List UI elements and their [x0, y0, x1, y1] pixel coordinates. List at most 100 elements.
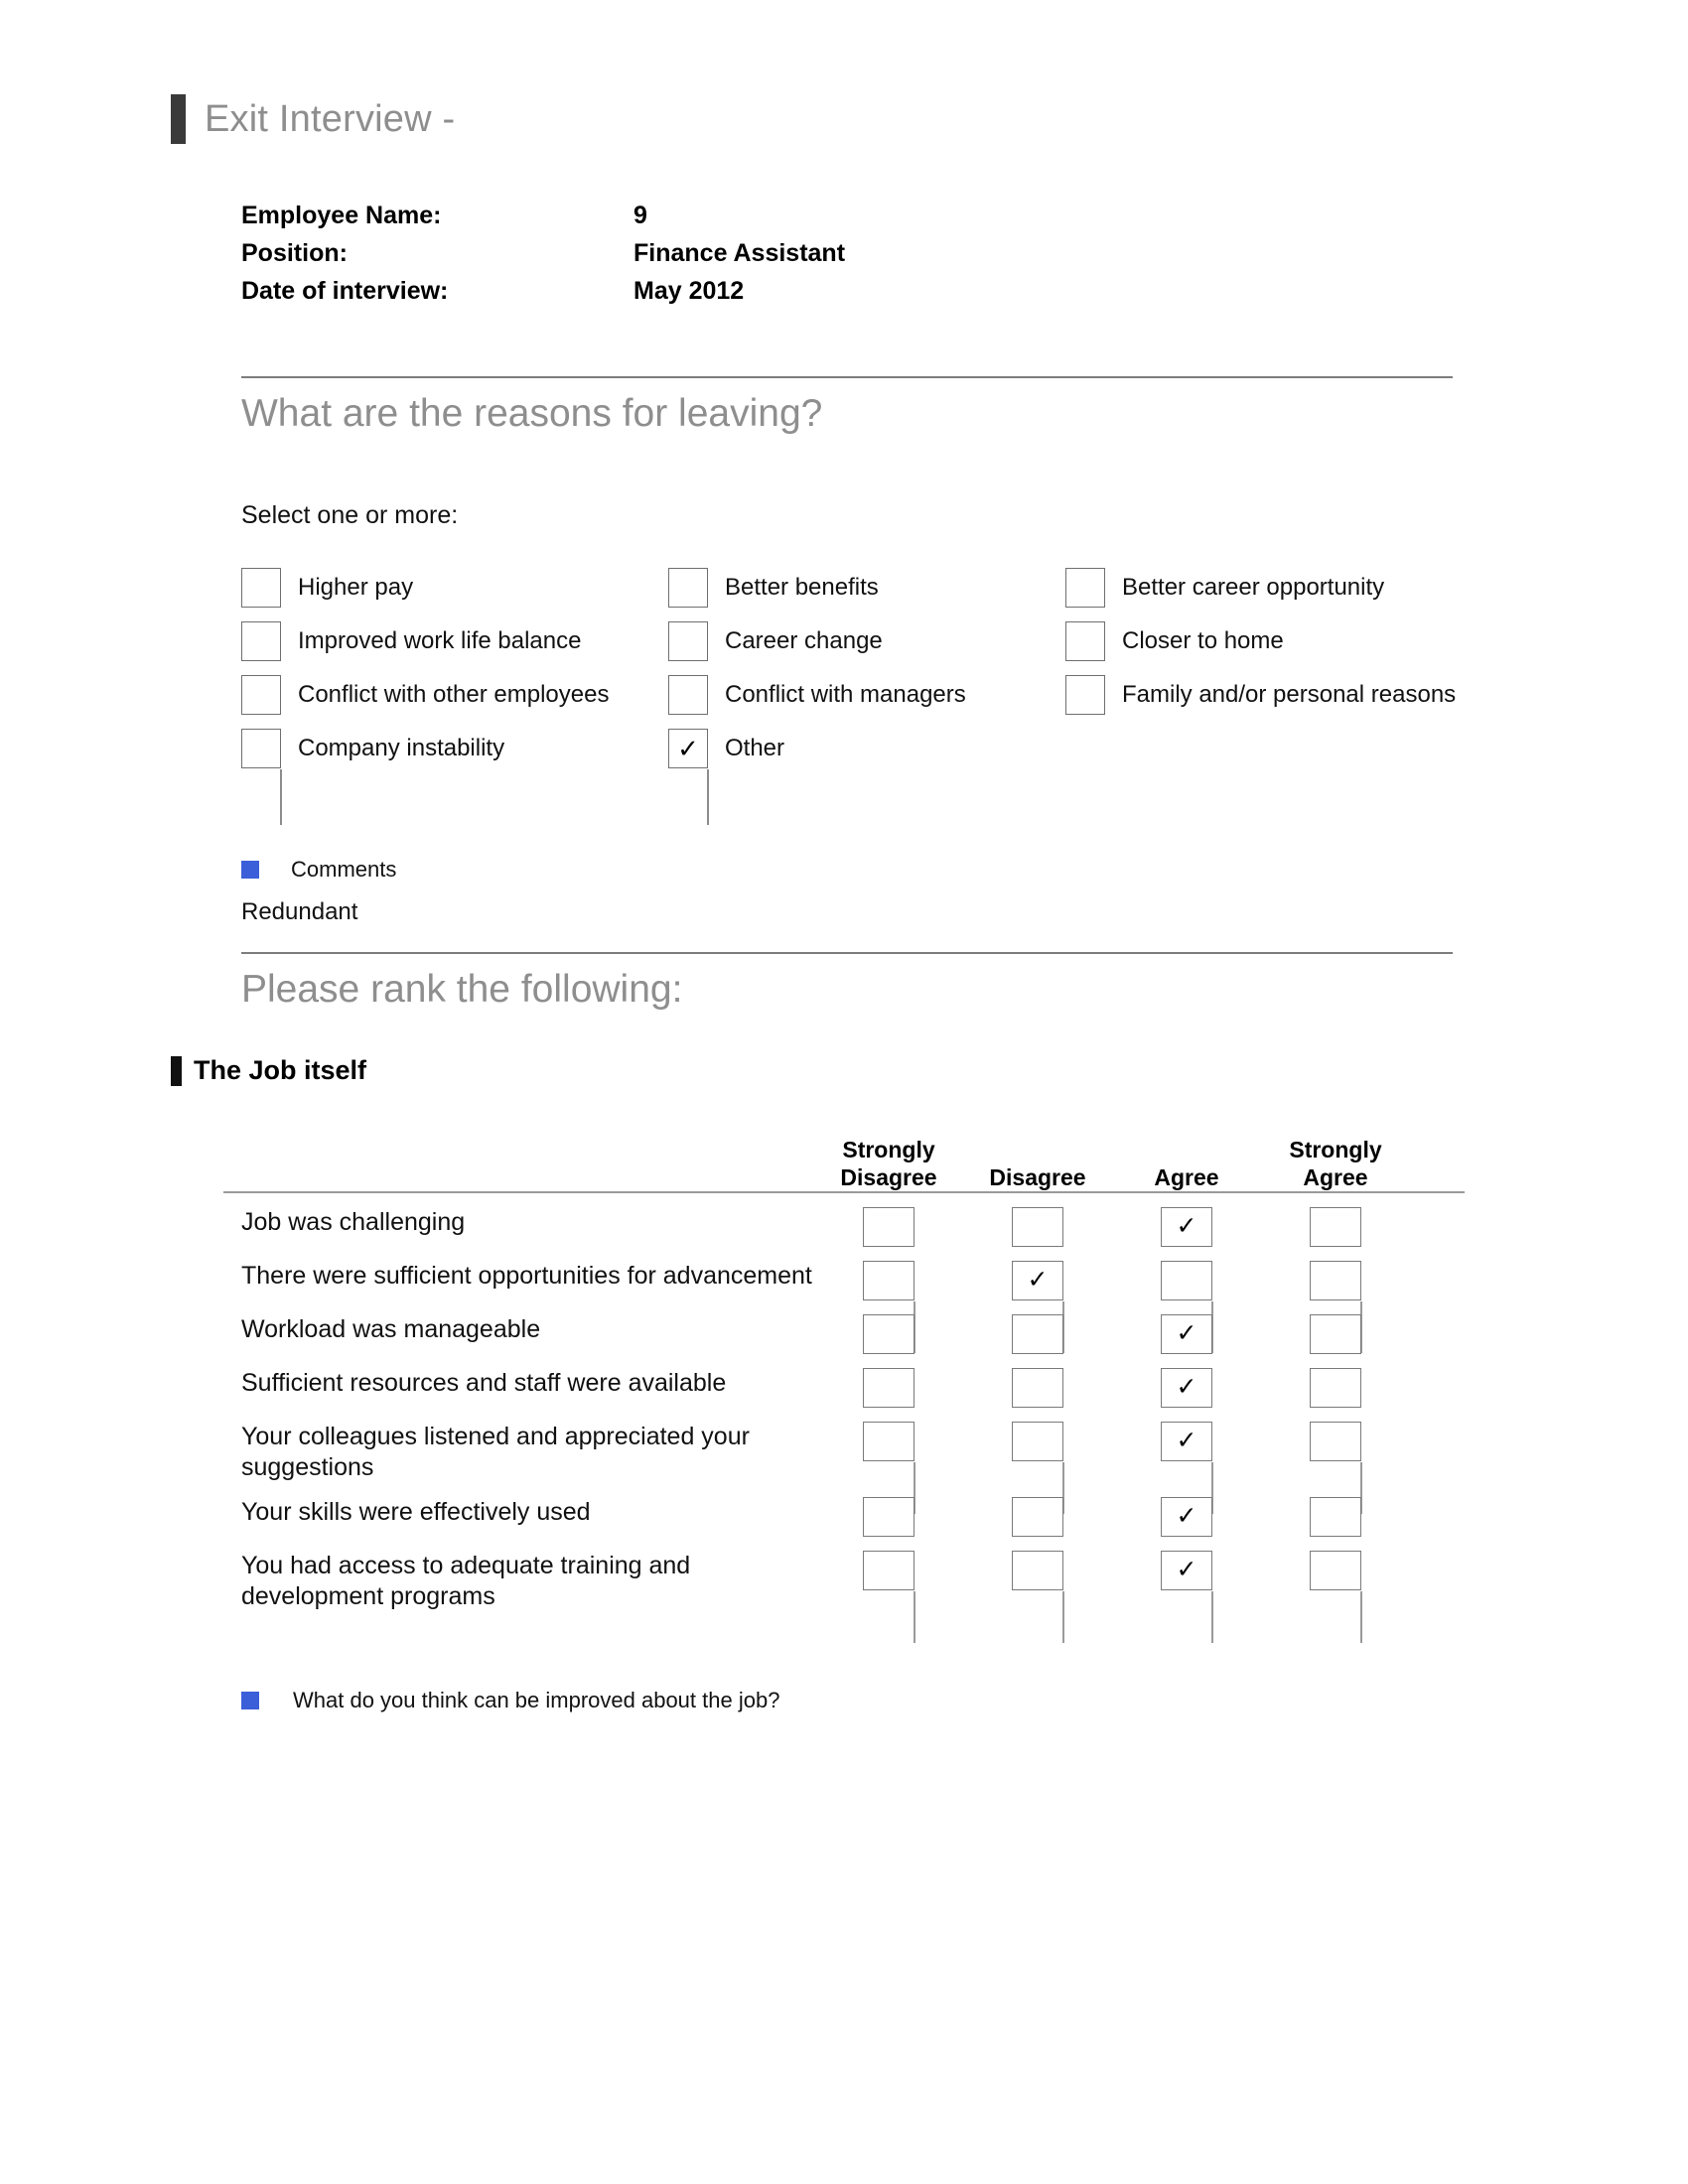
- checkbox-icon[interactable]: [241, 621, 281, 661]
- checkbox-icon[interactable]: ✓: [1161, 1551, 1213, 1643]
- rating-cell-strongly-disagree[interactable]: [814, 1261, 963, 1353]
- rating-cell-agree[interactable]: ✓: [1112, 1422, 1261, 1514]
- checkbox-icon[interactable]: ✓: [668, 729, 709, 825]
- checkbox-icon[interactable]: [863, 1551, 915, 1643]
- reasons-row: Higher pay Better benefits Better career…: [241, 568, 1482, 621]
- subheading-accent-bar: [171, 1055, 182, 1086]
- checkbox-icon[interactable]: [241, 568, 281, 608]
- checkbox-icon[interactable]: [1310, 1314, 1361, 1354]
- rating-cell-strongly-disagree[interactable]: [814, 1422, 963, 1514]
- checkbox-icon[interactable]: [1065, 621, 1105, 661]
- statement-label: Your colleagues listened and appreciated…: [241, 1423, 750, 1481]
- reason-option-better-benefits[interactable]: Better benefits: [668, 568, 1065, 621]
- rating-cell-disagree[interactable]: [963, 1551, 1112, 1643]
- checkbox-icon[interactable]: [1310, 1497, 1361, 1537]
- checkbox-icon[interactable]: [1012, 1207, 1063, 1247]
- rating-cell-strongly-disagree[interactable]: [814, 1314, 963, 1354]
- table-row: Workload was manageable ✓: [223, 1300, 1465, 1354]
- rating-cell-disagree[interactable]: ✓: [963, 1261, 1112, 1353]
- checkbox-icon[interactable]: [668, 621, 708, 661]
- rating-cell-strongly-agree[interactable]: [1261, 1207, 1410, 1247]
- reasons-row: Conflict with other employees Conflict w…: [241, 675, 1482, 729]
- reason-label: Conflict with managers: [725, 681, 966, 708]
- rating-cell-agree[interactable]: ✓: [1112, 1314, 1261, 1354]
- reason-label: Other: [725, 735, 785, 761]
- checkbox-icon[interactable]: [668, 675, 708, 715]
- rating-cell-strongly-agree[interactable]: [1261, 1368, 1410, 1408]
- checkbox-icon[interactable]: [863, 1368, 914, 1408]
- checkbox-icon[interactable]: [1012, 1551, 1064, 1643]
- comments-value[interactable]: Redundant: [241, 898, 357, 926]
- statement-label: Sufficient resources and staff were avai…: [241, 1369, 727, 1397]
- checkbox-icon[interactable]: [1012, 1497, 1063, 1537]
- rating-cells: ✓: [814, 1261, 1410, 1353]
- reason-option-higher-pay[interactable]: Higher pay: [241, 568, 668, 621]
- checkbox-icon[interactable]: [241, 729, 282, 825]
- reason-option-conflict-with-other-employees[interactable]: Conflict with other employees: [241, 675, 668, 729]
- checkbox-icon[interactable]: [1012, 1422, 1064, 1514]
- reason-option-family-and-or-personal-reasons[interactable]: Family and/or personal reasons: [1065, 675, 1482, 729]
- checkbox-icon[interactable]: [1310, 1422, 1362, 1514]
- reason-option-company-instability[interactable]: Company instability: [241, 729, 668, 825]
- document-page: Exit Interview - Employee Name: 9 Positi…: [0, 0, 1688, 2184]
- check-mark-icon: ✓: [677, 734, 699, 763]
- rating-cell-disagree[interactable]: [963, 1497, 1112, 1537]
- rating-cell-disagree[interactable]: [963, 1207, 1112, 1247]
- checkbox-icon[interactable]: [668, 568, 708, 608]
- reason-option-other[interactable]: ✓ Other: [668, 729, 1065, 825]
- rating-cell-strongly-disagree[interactable]: [814, 1551, 963, 1643]
- rating-cell-agree[interactable]: [1112, 1261, 1261, 1353]
- rating-cell-disagree[interactable]: [963, 1314, 1112, 1354]
- column-header-strongly-agree: Strongly Agree: [1289, 1137, 1382, 1190]
- checkbox-icon[interactable]: ✓: [1161, 1422, 1213, 1514]
- reason-option-improved-work-life-balance[interactable]: Improved work life balance: [241, 621, 668, 675]
- checkbox-icon[interactable]: [1012, 1314, 1063, 1354]
- meta-label: Position:: [241, 239, 348, 267]
- rating-table: Strongly Disagree Disagree Agree Strongl…: [223, 1120, 1465, 1643]
- rating-cells: ✓: [814, 1314, 1410, 1354]
- checkbox-icon[interactable]: [863, 1207, 914, 1247]
- section-divider-reasons: [241, 376, 1453, 378]
- subsection-the-job-itself: The Job itself: [171, 1055, 366, 1086]
- checkbox-icon[interactable]: [1310, 1551, 1362, 1643]
- rating-cell-agree[interactable]: ✓: [1112, 1368, 1261, 1408]
- checkbox-icon[interactable]: [1065, 568, 1105, 608]
- rating-cell-agree[interactable]: ✓: [1112, 1551, 1261, 1643]
- rating-cell-strongly-agree[interactable]: [1261, 1422, 1410, 1514]
- checkbox-icon[interactable]: [863, 1261, 915, 1353]
- rating-cell-strongly-disagree[interactable]: [814, 1497, 963, 1537]
- checkbox-icon[interactable]: ✓: [1161, 1368, 1212, 1408]
- rating-cell-disagree[interactable]: [963, 1368, 1112, 1408]
- checkbox-icon[interactable]: [1310, 1368, 1361, 1408]
- reason-option-conflict-with-managers[interactable]: Conflict with managers: [668, 675, 1065, 729]
- rating-cell-strongly-agree[interactable]: [1261, 1314, 1410, 1354]
- checkbox-icon[interactable]: ✓: [1161, 1314, 1212, 1354]
- rating-cell-agree[interactable]: ✓: [1112, 1497, 1261, 1537]
- checkbox-icon[interactable]: [863, 1422, 915, 1514]
- reason-option-closer-to-home[interactable]: Closer to home: [1065, 621, 1482, 675]
- rating-cell-agree[interactable]: ✓: [1112, 1207, 1261, 1247]
- checkbox-icon[interactable]: [1310, 1261, 1362, 1353]
- checkbox-icon[interactable]: [1161, 1261, 1213, 1353]
- checkbox-icon[interactable]: [863, 1314, 914, 1354]
- reason-option-career-change[interactable]: Career change: [668, 621, 1065, 675]
- checkbox-icon[interactable]: [863, 1497, 914, 1537]
- checkbox-icon[interactable]: [1012, 1368, 1063, 1408]
- rating-table-header-row: Strongly Disagree Disagree Agree Strongl…: [223, 1120, 1465, 1191]
- checkbox-icon[interactable]: [1065, 675, 1105, 715]
- statement-label: Job was challenging: [241, 1208, 466, 1236]
- rating-cell-strongly-agree[interactable]: [1261, 1497, 1410, 1537]
- checkbox-icon[interactable]: [241, 675, 281, 715]
- rating-cells: ✓: [814, 1368, 1410, 1408]
- rating-cell-strongly-agree[interactable]: [1261, 1261, 1410, 1353]
- checkbox-icon[interactable]: [1310, 1207, 1361, 1247]
- rating-cell-strongly-disagree[interactable]: [814, 1368, 963, 1408]
- rating-cell-strongly-agree[interactable]: [1261, 1551, 1410, 1643]
- reason-option-better-career-opportunity[interactable]: Better career opportunity: [1065, 568, 1482, 621]
- reason-label: Company instability: [298, 735, 505, 761]
- checkbox-icon[interactable]: ✓: [1161, 1207, 1212, 1247]
- checkbox-icon[interactable]: ✓: [1012, 1261, 1064, 1353]
- checkbox-icon[interactable]: ✓: [1161, 1497, 1212, 1537]
- rating-cell-strongly-disagree[interactable]: [814, 1207, 963, 1247]
- rating-cell-disagree[interactable]: [963, 1422, 1112, 1514]
